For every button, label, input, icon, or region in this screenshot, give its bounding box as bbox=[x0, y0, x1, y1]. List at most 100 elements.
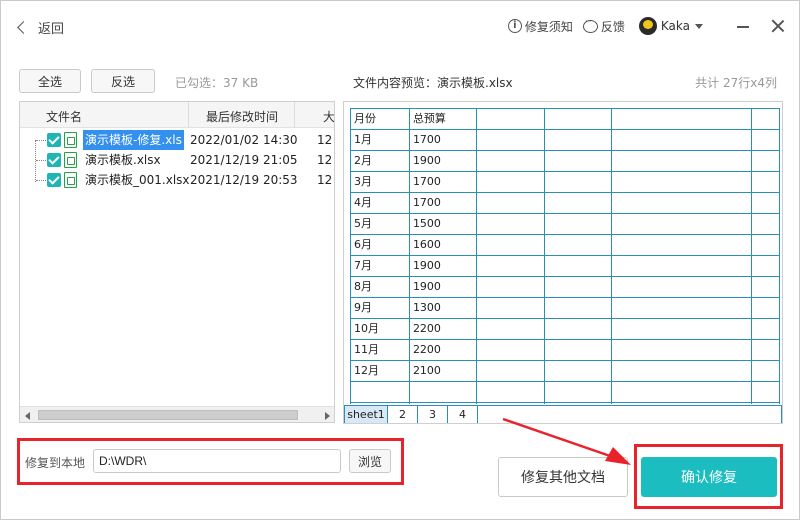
repair-notes-link[interactable]: i 修复须知 bbox=[507, 18, 573, 35]
file-size: 12 bbox=[317, 173, 333, 187]
preview-cell: 1月 bbox=[351, 130, 410, 151]
preview-row: 10月 2200 bbox=[351, 319, 780, 340]
preview-cell bbox=[477, 361, 545, 382]
selected-size-info: 已勾选：37 KB bbox=[175, 76, 259, 90]
feedback-label: 反馈 bbox=[600, 19, 625, 34]
minimize-icon[interactable] bbox=[737, 26, 749, 28]
file-row[interactable]: 演示模板_001.xlsx 2021/12/19 20:53 12 bbox=[20, 170, 334, 190]
preview-cell bbox=[611, 235, 752, 256]
preview-cell bbox=[477, 130, 545, 151]
preview-cell bbox=[751, 151, 780, 172]
save-path-input[interactable] bbox=[93, 449, 341, 473]
preview-cell bbox=[751, 172, 780, 193]
preview-cell: 1900 bbox=[409, 277, 478, 298]
horizontal-scrollbar[interactable] bbox=[20, 406, 334, 422]
column-header-name[interactable]: 文件名 bbox=[46, 108, 82, 125]
preview-cell bbox=[544, 361, 612, 382]
preview-cell: 1700 bbox=[409, 172, 478, 193]
preview-row-col-count: 共计 27行x4列 bbox=[695, 76, 777, 90]
back-button[interactable]: 返回 bbox=[17, 17, 65, 37]
column-separator[interactable] bbox=[188, 102, 189, 128]
chat-bubble-icon bbox=[582, 17, 598, 33]
preview-cell bbox=[611, 130, 752, 151]
column-header-modified[interactable]: 最后修改时间 bbox=[206, 108, 278, 125]
preview-cell: 11月 bbox=[351, 340, 410, 361]
preview-cell bbox=[351, 382, 410, 403]
confirm-repair-button[interactable]: 确认修复 bbox=[641, 457, 777, 497]
tree-connector bbox=[36, 140, 46, 141]
file-row[interactable]: 演示模板.xlsx 2021/12/19 21:05 12 bbox=[20, 150, 334, 170]
preview-row: 9月 1300 bbox=[351, 298, 780, 319]
preview-cell bbox=[751, 109, 780, 130]
sheet-tab[interactable]: 3 bbox=[418, 406, 448, 423]
column-separator[interactable] bbox=[294, 102, 295, 128]
preview-cell bbox=[751, 361, 780, 382]
title-bar-actions: i 修复须知 反馈 Kaka bbox=[502, 15, 785, 37]
preview-cell bbox=[611, 319, 752, 340]
preview-cell: 7月 bbox=[351, 256, 410, 277]
preview-cell bbox=[544, 151, 612, 172]
scroll-right-arrow-icon[interactable] bbox=[325, 412, 330, 420]
preview-cell bbox=[477, 403, 545, 404]
preview-cell: 1900 bbox=[409, 151, 478, 172]
preview-row: 5月 1500 bbox=[351, 214, 780, 235]
preview-cell bbox=[544, 193, 612, 214]
scroll-left-arrow-icon[interactable] bbox=[25, 412, 30, 420]
preview-row: 4月 1700 bbox=[351, 193, 780, 214]
file-checkbox[interactable] bbox=[47, 133, 61, 147]
repair-other-documents-button[interactable]: 修复其他文档 bbox=[498, 457, 628, 497]
avatar bbox=[638, 17, 657, 35]
preview-cell bbox=[751, 277, 780, 298]
excel-file-icon bbox=[64, 132, 77, 148]
scrollbar-thumb[interactable] bbox=[38, 410, 298, 420]
preview-cell bbox=[477, 235, 545, 256]
preview-row bbox=[351, 403, 780, 404]
file-list: 文件名 最后修改时间 大 演示模板-修复.xls 2022/01/02 14:3… bbox=[19, 101, 335, 423]
invert-select-button[interactable]: 反选 bbox=[91, 69, 155, 93]
preview-cell bbox=[544, 298, 612, 319]
preview-cell: 2200 bbox=[409, 319, 478, 340]
file-checkbox[interactable] bbox=[47, 173, 61, 187]
preview-cell: 总预算 bbox=[409, 109, 478, 130]
preview-row: 月份 总预算 bbox=[351, 109, 780, 130]
preview-cell bbox=[752, 403, 780, 404]
preview-cell bbox=[751, 340, 780, 361]
file-row[interactable]: 演示模板-修复.xls 2022/01/02 14:30 12 bbox=[20, 130, 334, 150]
preview-cell bbox=[611, 214, 752, 235]
preview-cell: 1700 bbox=[409, 130, 478, 151]
sheet-tab[interactable]: sheet1 bbox=[345, 406, 388, 423]
preview-cell bbox=[477, 298, 545, 319]
preview-cell bbox=[751, 382, 780, 403]
preview-cell bbox=[544, 319, 612, 340]
preview-cell bbox=[544, 172, 612, 193]
repair-window: 返回 i 修复须知 反馈 Kaka 全选 反选 已勾选：37 KB 文件名 bbox=[0, 0, 800, 520]
select-all-button[interactable]: 全选 bbox=[19, 69, 81, 93]
preview-row: 3月 1700 bbox=[351, 172, 780, 193]
preview-cell: 2月 bbox=[351, 151, 410, 172]
preview-cell bbox=[544, 277, 612, 298]
user-menu[interactable]: Kaka bbox=[631, 17, 703, 35]
preview-cell bbox=[477, 172, 545, 193]
file-modified-time: 2021/12/19 20:53 bbox=[190, 173, 298, 187]
file-checkbox[interactable] bbox=[47, 153, 61, 167]
preview-cell bbox=[545, 403, 612, 404]
preview-cell bbox=[477, 256, 545, 277]
column-header-size[interactable]: 大 bbox=[323, 108, 334, 125]
close-icon[interactable] bbox=[771, 19, 785, 33]
preview-cell: 5月 bbox=[351, 214, 410, 235]
feedback-link[interactable]: 反馈 bbox=[582, 17, 625, 35]
preview-cell: 1700 bbox=[409, 193, 478, 214]
file-size: 12 bbox=[317, 133, 333, 147]
sheet-tab[interactable]: 4 bbox=[448, 406, 478, 423]
preview-cell bbox=[751, 130, 780, 151]
file-size: 12 bbox=[317, 153, 333, 167]
browse-button[interactable]: 浏览 bbox=[349, 449, 391, 473]
preview-cell bbox=[477, 340, 545, 361]
preview-cell bbox=[544, 256, 612, 277]
preview-cell bbox=[751, 193, 780, 214]
preview-cell bbox=[410, 403, 478, 404]
sheet-tab-bar: sheet1 2 3 4 bbox=[344, 405, 782, 423]
file-name: 演示模板.xlsx bbox=[85, 153, 161, 167]
sheet-tab[interactable]: 2 bbox=[388, 406, 418, 423]
back-label: 返回 bbox=[38, 21, 65, 37]
